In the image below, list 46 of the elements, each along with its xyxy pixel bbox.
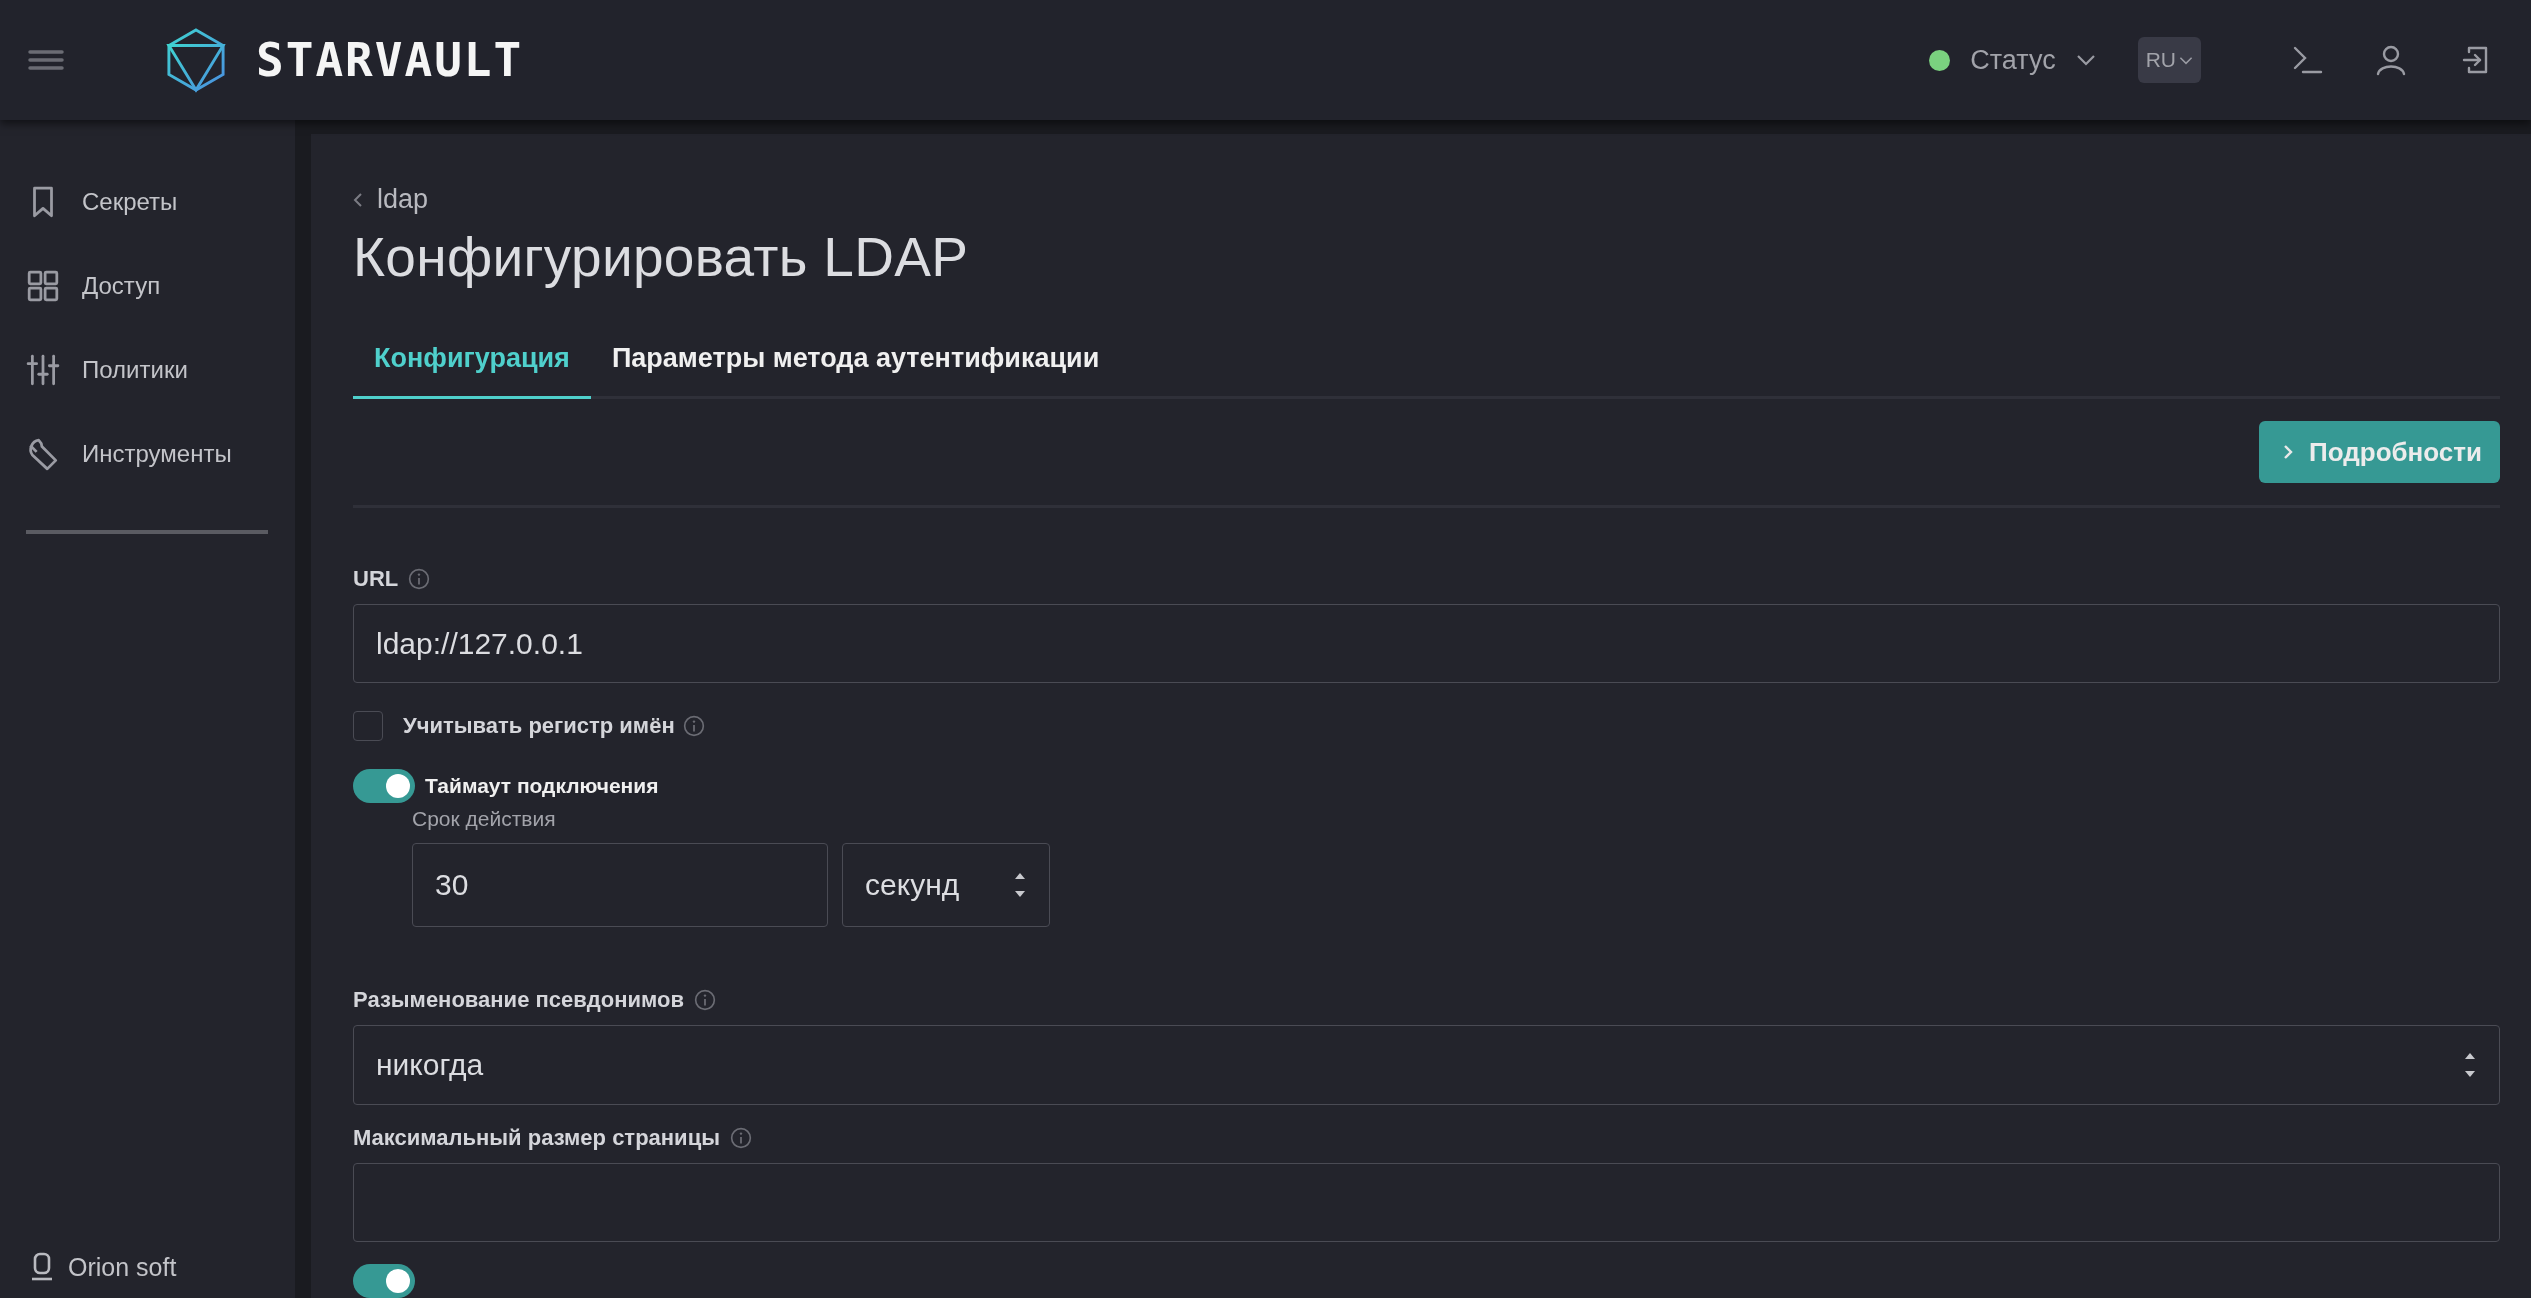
toggle-switch[interactable] [353,769,415,804]
chevron-right-icon [2283,444,2293,460]
sidebar-label: Доступ [82,272,161,300]
language-dropdown[interactable]: RU [2137,37,2201,83]
sidebar-item[interactable]: Секреты [26,160,295,244]
toggle-label: Таймаут подключения [425,774,659,799]
info-icon[interactable] [408,568,431,590]
field-label: Разыменование псевдонимов [353,987,684,1014]
info-icon[interactable] [729,1126,752,1149]
toggle-switch[interactable] [353,1264,415,1298]
sidebar-label: Секреты [82,188,178,216]
chevron-down-icon [2075,54,2096,66]
info-icon[interactable] [693,989,716,1012]
checkbox[interactable] [353,711,383,742]
chevron-down-icon [2179,55,2193,65]
field-label: URL [353,566,399,592]
sidebar-label: Инструменты [82,440,232,468]
alias-select[interactable]: никогда [353,1025,2500,1105]
tab[interactable]: Конфигурация [353,333,591,399]
url-input-field[interactable]: ldap://127.0.0.1 [353,604,2500,684]
terminal-icon[interactable] [2291,44,2323,76]
page-size-input-field[interactable] [353,1162,2500,1242]
sidebar-item[interactable]: Инструменты [26,412,295,496]
tab[interactable]: Параметры метода аутентификации [590,333,1121,399]
info-icon[interactable] [682,715,705,738]
company-name: Orion soft [68,1252,177,1282]
page-title: Конфигурировать LDAP [353,225,970,289]
wrench-icon [26,437,60,471]
field-label: Максимальный размер страницы [353,1124,720,1151]
sidebar-item[interactable]: Политики [26,328,295,412]
checkbox-label: Учитывать регистр имён [403,713,675,740]
sliders-icon [26,353,60,387]
status-dropdown[interactable]: Статус [1929,44,2096,76]
duration-input-field[interactable]: 30 [412,843,828,928]
user-icon[interactable] [2375,44,2407,76]
logo-text: STARVAULT [256,33,524,87]
menu-icon[interactable] [28,49,64,71]
chevron-left-icon [353,191,363,208]
sidebar-item[interactable]: Доступ [26,244,295,328]
unit-select[interactable]: секунд [842,843,1050,928]
sidebar-label: Политики [82,356,188,384]
company-icon [30,1252,54,1282]
field-label: Срок действия [412,807,557,832]
logo-icon [166,27,226,93]
grid-icon [26,269,60,303]
breadcrumb-link[interactable]: ldap [353,184,429,215]
